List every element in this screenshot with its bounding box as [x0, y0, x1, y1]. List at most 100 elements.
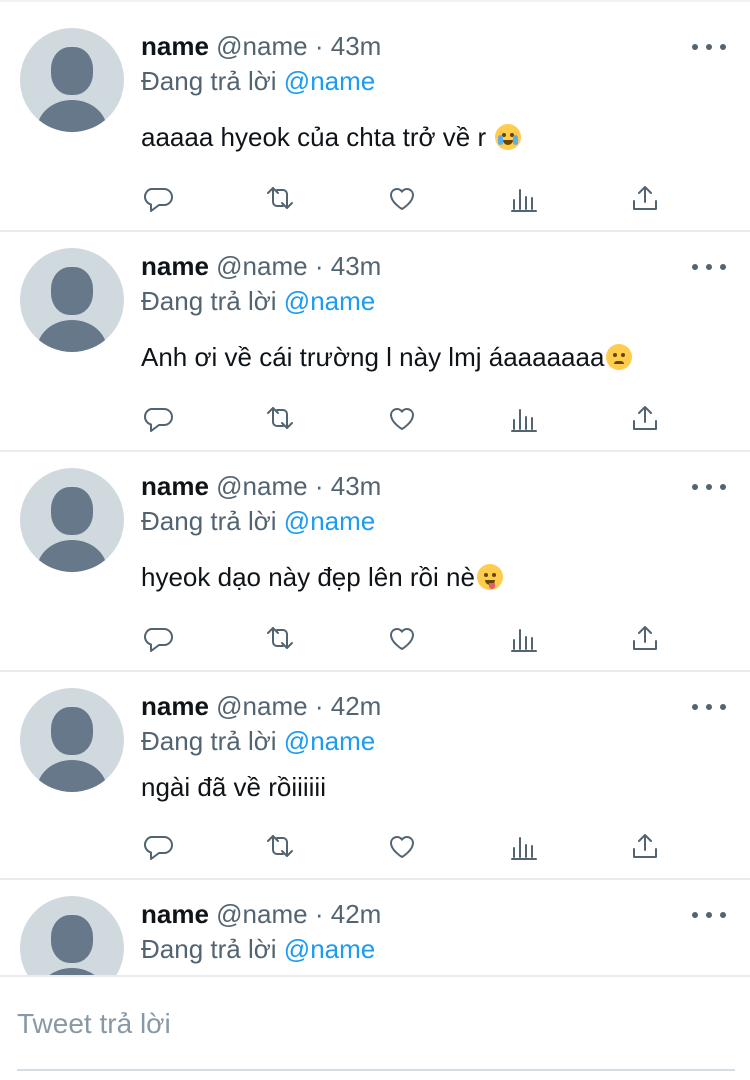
retweet-button[interactable] [260, 178, 300, 218]
tweet[interactable]: name @name · 43m Đang trả lời @name hyeo… [0, 452, 750, 672]
analytics-bars-icon [511, 629, 537, 652]
replying-to: Đang trả lời @name [141, 724, 375, 758]
replying-to-label: Đang trả lời [141, 286, 277, 316]
replying-to-handle[interactable]: @name [284, 66, 375, 96]
tweet-text-block: hyeok dạo này đẹp lên rồi nè [141, 560, 503, 594]
tweet-text-block: ngài đã về rồiiiiii [141, 770, 326, 804]
replying-to-handle[interactable]: @name [284, 726, 375, 756]
replying-to: Đang trả lời @name [141, 64, 375, 98]
replying-to-handle[interactable]: @name [284, 286, 375, 316]
loudly-crying-face-emoji [495, 124, 522, 150]
heart-icon [390, 408, 414, 430]
retweet-button[interactable] [260, 618, 300, 658]
display-name[interactable]: name [141, 691, 209, 721]
timestamp[interactable]: 43m [331, 31, 382, 61]
retweet-button[interactable] [260, 398, 300, 438]
display-name[interactable]: name [141, 31, 209, 61]
share-button[interactable] [625, 398, 665, 438]
like-button[interactable] [382, 826, 422, 866]
timestamp[interactable]: 42m [331, 899, 382, 929]
replying-to-label: Đang trả lời [141, 506, 277, 536]
tweet[interactable]: name @name · 42m Đang trả lời @name ngài… [0, 672, 750, 880]
timestamp[interactable]: 42m [331, 691, 382, 721]
timestamp[interactable]: 43m [331, 251, 382, 281]
replying-to-label: Đang trả lời [141, 726, 277, 756]
user-handle[interactable]: @name [216, 471, 307, 501]
reply-feed: name @name · 43m Đang trả lời @name aaaa… [0, 0, 750, 975]
tweet-text: aaaaa hyeok của chta trở về r [141, 122, 487, 152]
more-horizontal-icon[interactable] [692, 258, 726, 276]
tweet-header: name @name · 43m [141, 29, 381, 63]
like-button[interactable] [382, 618, 422, 658]
reply-button[interactable] [138, 826, 178, 866]
avatar[interactable] [20, 688, 124, 792]
tweet-actions [0, 398, 750, 438]
user-handle[interactable]: @name [216, 691, 307, 721]
share-button[interactable] [625, 618, 665, 658]
replying-to-label: Đang trả lời [141, 934, 277, 964]
share-button[interactable] [625, 826, 665, 866]
display-name[interactable]: name [141, 899, 209, 929]
display-name[interactable]: name [141, 471, 209, 501]
retweet-icon [267, 835, 293, 857]
reply-button[interactable] [138, 178, 178, 218]
replying-to: Đang trả lời @name [141, 504, 375, 538]
separator-dot: · [314, 899, 324, 929]
replying-to: Đang trả lời @name [141, 284, 375, 318]
share-button[interactable] [625, 178, 665, 218]
disappointed-face-emoji [606, 344, 633, 370]
share-upload-icon [633, 186, 657, 210]
retweet-icon [267, 627, 293, 649]
display-name[interactable]: name [141, 251, 209, 281]
views-button[interactable] [504, 178, 544, 218]
share-upload-icon [633, 626, 657, 650]
user-handle[interactable]: @name [216, 899, 307, 929]
replying-to-handle[interactable]: @name [284, 506, 375, 536]
reply-bubble-icon [144, 836, 173, 860]
avatar-head-shape [51, 915, 93, 963]
avatar[interactable] [20, 468, 124, 572]
views-button[interactable] [504, 398, 544, 438]
like-button[interactable] [382, 398, 422, 438]
tweet-actions [0, 618, 750, 658]
more-horizontal-icon[interactable] [692, 478, 726, 496]
user-handle[interactable]: @name [216, 251, 307, 281]
tweet-text: Anh ơi về cái trường l này lmj áaaaaaaa [141, 342, 605, 372]
tweet-actions [0, 178, 750, 218]
avatar[interactable] [20, 248, 124, 352]
reply-tweet-input[interactable] [17, 1006, 717, 1042]
reply-bubble-icon [144, 628, 173, 652]
views-button[interactable] [504, 618, 544, 658]
separator-dot: · [314, 691, 324, 721]
retweet-icon [267, 407, 293, 429]
user-handle[interactable]: @name [216, 31, 307, 61]
replying-to-label: Đang trả lời [141, 66, 277, 96]
tweet[interactable]: name @name · 42m Đang trả lời @name [0, 880, 750, 975]
more-horizontal-icon[interactable] [692, 906, 726, 924]
more-horizontal-icon[interactable] [692, 698, 726, 716]
reply-button[interactable] [138, 398, 178, 438]
timestamp[interactable]: 43m [331, 471, 382, 501]
reply-button[interactable] [138, 618, 178, 658]
tweet-header: name @name · 43m [141, 249, 381, 283]
analytics-bars-icon [511, 409, 537, 432]
like-button[interactable] [382, 178, 422, 218]
tweet-header: name @name · 42m [141, 689, 381, 723]
more-horizontal-icon[interactable] [692, 38, 726, 56]
avatar[interactable] [20, 896, 124, 975]
heart-icon [390, 628, 414, 650]
replying-to-handle[interactable]: @name [284, 934, 375, 964]
reply-composer [0, 977, 750, 1080]
retweet-button[interactable] [260, 826, 300, 866]
avatar-head-shape [51, 47, 93, 95]
tweet-actions [0, 826, 750, 866]
separator-dot: · [314, 31, 324, 61]
avatar-head-shape [51, 707, 93, 755]
tweet[interactable]: name @name · 43m Đang trả lời @name Anh … [0, 232, 750, 452]
analytics-bars-icon [511, 189, 537, 212]
analytics-bars-icon [511, 837, 537, 860]
tweet[interactable]: name @name · 43m Đang trả lời @name aaaa… [0, 0, 750, 232]
avatar[interactable] [20, 28, 124, 132]
avatar-head-shape [51, 487, 93, 535]
views-button[interactable] [504, 826, 544, 866]
